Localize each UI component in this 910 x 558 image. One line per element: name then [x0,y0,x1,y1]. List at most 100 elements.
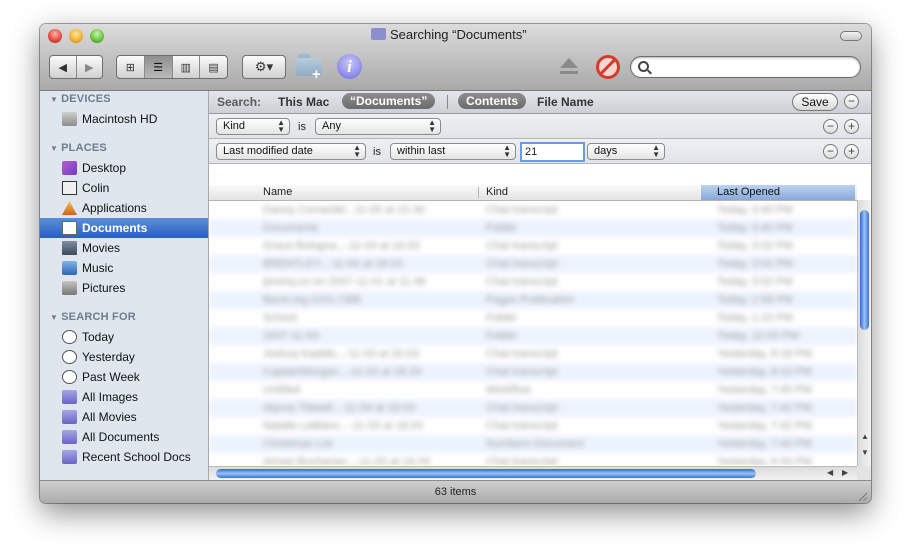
sidebar-item-desktop[interactable]: Desktop [40,158,208,178]
sidebar-item-documents[interactable]: Documents [40,218,208,238]
table-row[interactable]: Danny Comardel...11-05 at 15.30 Chat tran… [209,201,857,219]
kind-attribute-popup[interactable]: Kind ▲ ▼ [216,118,290,135]
sidebar-item-all-images[interactable]: All Images [40,387,208,407]
row-name: Band.org.2231.CBB [263,294,361,306]
date-comparison-popup[interactable]: within last ▲ ▼ [390,143,516,160]
table-row[interactable]: Alyssa Tidwell...-11-04 at 18.03 Chat tra… [209,399,857,417]
table-row[interactable]: Grace Bologna...-11-04 at 18.03 Chat tran… [209,237,857,255]
scroll-right-arrow-icon[interactable]: ▶ [842,468,848,477]
remove-criterion-button[interactable]: − [823,144,838,159]
date-unit-popup[interactable]: days ▲ ▼ [587,143,665,160]
row-name: Aimee Buchanan...-11-03 at 18.33 [263,456,430,465]
close-button[interactable] [48,29,62,43]
remove-scope-button[interactable]: − [844,94,859,109]
sidebar-item-past-week[interactable]: Past Week [40,367,208,387]
table-row[interactable]: Joshua Kaddio...-11-03 at 20.03 Chat tran… [209,345,857,363]
sidebar-item-music[interactable]: Music [40,258,208,278]
horizontal-scrollbar[interactable]: ◀ ▶ [209,466,857,481]
row-last-opened: Yesterday, 8:18 PM [717,348,812,360]
sidebar-item-all-movies[interactable]: All Movies [40,407,208,427]
search-input[interactable] [655,59,854,75]
places-header[interactable]: ▼ PLACES [50,142,107,154]
toolbar-toggle-button[interactable] [840,31,862,41]
finder-window: Searching “Documents” ◀ ▶ ⊞ ☰ ▥ ▤ ⚙ ▾ + i [40,24,871,503]
table-row[interactable]: Christmas List Numbers Document Yesterday,… [209,435,857,453]
kind-value-popup[interactable]: Any ▲ ▼ [315,118,441,135]
add-criterion-button[interactable]: + [844,119,859,134]
row-kind: Chat transcript [486,204,558,216]
column-name[interactable]: Name [263,186,292,198]
back-forward-group: ◀ ▶ [49,55,103,79]
sidebar-item-today[interactable]: Today [40,327,208,347]
scroll-up-arrow-icon[interactable]: ▲ [861,432,869,441]
back-arrow-icon[interactable]: ◀ [50,56,77,78]
new-folder-button[interactable]: + [296,52,326,83]
row-last-opened: Today, 3:02 PM [717,276,793,288]
scope-file-name[interactable]: File Name [537,95,594,109]
row-last-opened: Yesterday, 7:40 PM [717,438,812,450]
days-amount-field[interactable]: 21 [520,142,585,162]
sidebar-item-colin[interactable]: Colin [40,178,208,198]
column-view-button[interactable]: ▥ [173,56,201,78]
sidebar-item-yesterday[interactable]: Yesterday [40,347,208,367]
action-menu-button[interactable]: ⚙ ▾ [242,55,286,79]
sidebar-item-applications[interactable]: Applications [40,198,208,218]
search-field[interactable] [630,56,861,78]
row-last-opened: Yesterday, 7:42 PM [717,402,812,414]
scope-this-mac[interactable]: This Mac [278,95,329,109]
table-row[interactable]: Documents Folder Today, 3:40 PM [209,219,857,237]
hard-drive-icon [62,112,77,126]
save-button[interactable]: Save [792,93,838,111]
scope-contents[interactable]: Contents [458,93,526,109]
sidebar-item-pictures[interactable]: Pictures [40,278,208,298]
sidebar-item-macintosh-hd[interactable]: Macintosh HD [40,109,208,129]
coverflow-view-button[interactable]: ▤ [200,56,227,78]
minimize-button[interactable] [69,29,83,43]
add-criterion-button[interactable]: + [844,144,859,159]
sidebar-item-recent-school-docs[interactable]: Recent School Docs [40,447,208,467]
applications-icon [62,201,77,215]
desktop-icon [62,161,77,175]
row-name: Natalie LeBlanc...-11-03 at 18.03 [263,420,424,432]
smart-folder-icon [371,28,386,40]
file-list: Danny Comardel...11-05 at 15.30 Chat tran… [209,201,857,465]
get-info-button[interactable]: i [337,54,362,79]
table-row[interactable]: Untitled Workflow Yesterday, 7:45 PM [209,381,857,399]
column-last-opened[interactable]: Last Opened [701,185,855,200]
search-for-header[interactable]: ▼ SEARCH FOR [50,311,136,323]
sidebar-item-movies[interactable]: Movies [40,238,208,258]
remove-criterion-button[interactable]: − [823,119,838,134]
sidebar: ▼ DEVICES Macintosh HD ▼ PLACES Desktop Co… [40,91,209,480]
table-row[interactable]: Aimee Buchanan...-11-03 at 18.33 Chat tra… [209,453,857,465]
row-name: School [263,312,297,324]
table-row[interactable]: School Folder Today, 1:15 PM [209,309,857,327]
table-row[interactable]: BRENTLEY...-11-04 at 18.03 Chat transcrip… [209,255,857,273]
table-row[interactable]: Natalie LeBlanc...-11-03 at 18.03 Chat tr… [209,417,857,435]
table-row[interactable]: CaptainMorgan...-11-03 at 18.33 Chat tran… [209,363,857,381]
scroll-down-arrow-icon[interactable]: ▼ [861,448,869,457]
table-row[interactable]: 2007-11-03 Folder Today, 12:03 PM [209,327,857,345]
row-kind: Chat transcript [486,456,558,465]
scope-documents[interactable]: “Documents” [342,93,436,109]
burn-button[interactable] [596,55,620,79]
sidebar-item-all-documents[interactable]: All Documents [40,427,208,447]
gear-icon: ⚙ ▾ [254,59,274,74]
table-row[interactable]: jeremy.co on 2007-11-01 at 11.48 Chat tra… [209,273,857,291]
list-view-button[interactable]: ☰ [144,56,173,78]
date-attribute-popup[interactable]: Last modified date ▲ ▼ [216,143,366,160]
horizontal-scroll-thumb[interactable] [216,469,756,478]
scroll-left-arrow-icon[interactable]: ◀ [827,468,833,477]
row-last-opened: Yesterday, 8:16 PM [717,366,812,378]
eject-button[interactable] [558,55,580,77]
zoom-button[interactable] [90,29,104,43]
table-row[interactable]: Band.org.2231.CBB Pages Publication Today,… [209,291,857,309]
pictures-icon [62,281,77,295]
devices-header[interactable]: ▼ DEVICES [50,93,111,105]
clock-icon [62,350,77,364]
icon-view-button[interactable]: ⊞ [117,56,145,78]
row-kind: Workflow [486,384,532,396]
column-kind[interactable]: Kind [486,186,508,198]
vertical-scrollbar[interactable]: ▲ ▼ [857,200,871,466]
vertical-scroll-thumb[interactable] [860,210,869,330]
forward-arrow-icon[interactable]: ▶ [77,56,103,78]
